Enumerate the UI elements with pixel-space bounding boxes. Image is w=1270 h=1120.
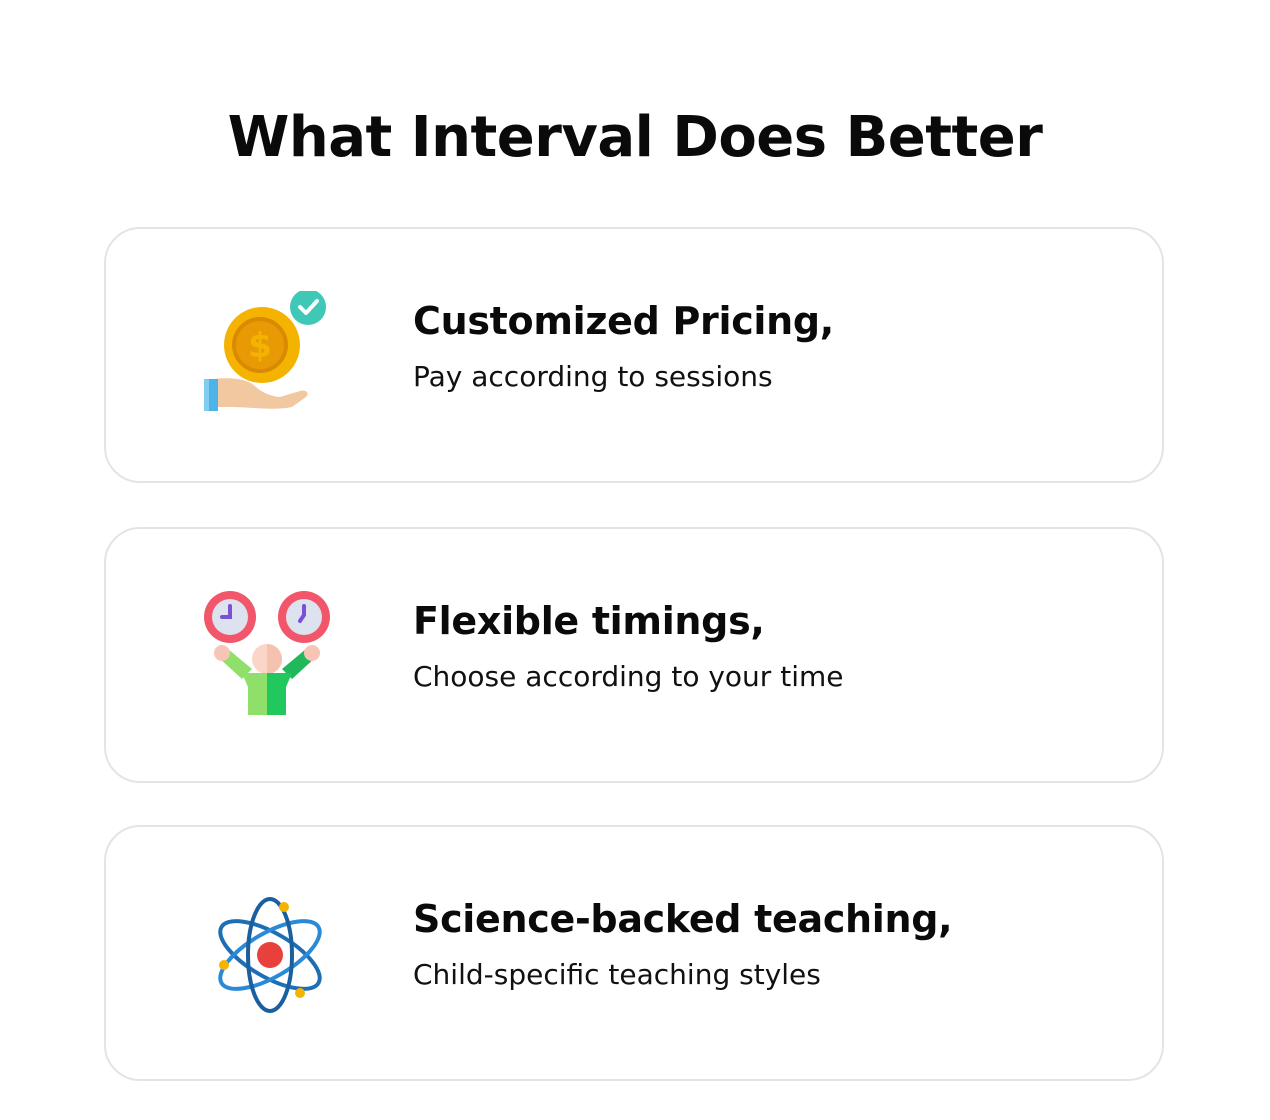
svg-text:$: $ [248,326,272,366]
feature-description: Choose according to your time [413,660,844,693]
feature-heading: Customized Pricing, [413,299,834,343]
feature-heading: Science-backed teaching, [413,897,953,941]
feature-description: Child-specific teaching styles [413,958,821,991]
hand-coin-check-icon: $ [202,291,338,421]
feature-card-science-backed-teaching: Science-backed teaching, Child-specific … [104,825,1164,1081]
feature-card-customized-pricing: $ Customized Pricing, Pay according to s… [104,227,1164,483]
person-juggling-clocks-icon [202,591,338,721]
feature-heading: Flexible timings, [413,599,765,643]
feature-description: Pay according to sessions [413,360,773,393]
atom-icon [202,889,338,1019]
feature-card-flexible-timings: Flexible timings, Choose according to yo… [104,527,1164,783]
page-title: What Interval Does Better [227,105,1043,170]
